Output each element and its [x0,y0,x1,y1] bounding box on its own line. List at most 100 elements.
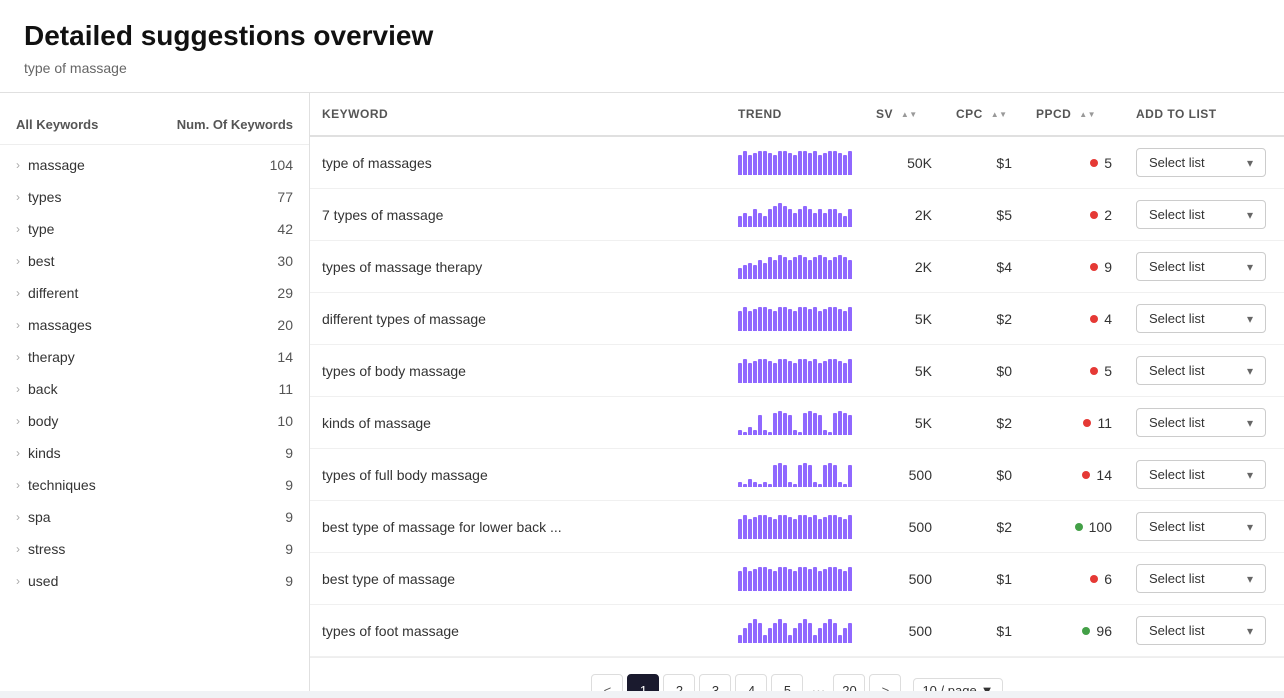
trend-bar [798,465,802,487]
ppcd-cell: 14 [1024,449,1124,501]
select-list-button[interactable]: Select list ▾ [1136,356,1266,385]
sidebar-item-used[interactable]: › used 9 [0,565,309,597]
page-header: Detailed suggestions overview type of ma… [0,0,1284,93]
sidebar-item-techniques[interactable]: › techniques 9 [0,469,309,501]
trend-chart [738,463,852,487]
keyword-cell: different types of massage [310,293,726,345]
trend-bar [753,569,757,591]
trend-bar [768,153,772,175]
trend-bar [758,415,762,434]
trend-cell [726,605,864,657]
select-list-button[interactable]: Select list ▾ [1136,252,1266,281]
col-cpc[interactable]: CPC ▲▼ [944,93,1024,136]
keyword-cell: best type of massage [310,553,726,605]
trend-cell [726,189,864,241]
sidebar-item-therapy[interactable]: › therapy 14 [0,341,309,373]
sidebar-item-count: 11 [278,381,293,397]
sidebar-item-body[interactable]: › body 10 [0,405,309,437]
select-list-button[interactable]: Select list ▾ [1136,200,1266,229]
sidebar-item-massages[interactable]: › massages 20 [0,309,309,341]
trend-bar [838,482,842,487]
sidebar-item-label: massage [28,157,270,173]
trend-bar [808,569,812,591]
trend-bar [838,411,842,435]
pagination-page-5[interactable]: 5 [771,674,803,691]
add-to-list-cell: Select list ▾ [1124,553,1284,605]
trend-bar [753,361,757,383]
cpc-cell: $1 [944,553,1024,605]
ppcd-cell: 5 [1024,136,1124,189]
trend-bar [768,484,772,486]
col-sv[interactable]: SV ▲▼ [864,93,944,136]
select-list-button[interactable]: Select list ▾ [1136,408,1266,437]
sv-cell: 2K [864,189,944,241]
sidebar-item-type[interactable]: › type 42 [0,213,309,245]
ppcd-value: 4 [1104,311,1112,327]
trend-bar [748,479,752,486]
pagination-page-1[interactable]: 1 [627,674,659,691]
trend-bar [828,619,832,643]
ppcd-cell: 11 [1024,397,1124,449]
keyword-cell: types of massage therapy [310,241,726,293]
sidebar-item-types[interactable]: › types 77 [0,181,309,213]
trend-bar [763,567,767,591]
trend-cell [726,397,864,449]
trend-bar [768,628,772,642]
sidebar-item-stress[interactable]: › stress 9 [0,533,309,565]
table-row: types of full body massage 500 $0 14 Sel… [310,449,1284,501]
trend-bar [828,209,832,226]
sidebar: All Keywords Num. Of Keywords › massage … [0,93,310,691]
sv-cell: 500 [864,449,944,501]
select-list-button[interactable]: Select list ▾ [1136,460,1266,489]
cpc-cell: $4 [944,241,1024,293]
trend-bar [768,569,772,591]
sidebar-item-best[interactable]: › best 30 [0,245,309,277]
trend-bar [793,571,797,590]
trend-bar [773,465,777,487]
pagination-next[interactable]: > [869,674,901,691]
trend-chart [738,151,852,175]
ppcd-value: 14 [1096,467,1112,483]
per-page-selector[interactable]: 10 / page ▼ [913,678,1002,692]
trend-cell [726,501,864,553]
pagination-page-3[interactable]: 3 [699,674,731,691]
chevron-right-icon: › [16,382,20,396]
select-list-button[interactable]: Select list ▾ [1136,512,1266,541]
trend-bar [753,265,757,278]
trend-bar [833,567,837,591]
table-row: type of massages 50K $1 5 Select list ▾ [310,136,1284,189]
sidebar-item-massage[interactable]: › massage 104 [0,149,309,181]
sv-sort-icon: ▲▼ [901,111,918,119]
select-list-chevron-icon: ▾ [1247,260,1253,274]
chevron-right-icon: › [16,542,20,556]
pagination-page-4[interactable]: 4 [735,674,767,691]
sidebar-item-label: spa [28,509,285,525]
sidebar-item-back[interactable]: › back 11 [0,373,309,405]
trend-bar [818,519,822,538]
pagination-prev[interactable]: < [591,674,623,691]
sv-cell: 5K [864,397,944,449]
select-list-button[interactable]: Select list ▾ [1136,304,1266,333]
cpc-cell: $2 [944,293,1024,345]
select-list-button[interactable]: Select list ▾ [1136,564,1266,593]
select-list-button[interactable]: Select list ▾ [1136,148,1266,177]
trend-bar [848,465,852,487]
trend-bar [743,307,747,331]
trend-bar [798,515,802,539]
pagination-last-page[interactable]: 20 [833,674,865,691]
trend-bar [768,432,772,434]
trend-bar [803,307,807,331]
select-list-button[interactable]: Select list ▾ [1136,616,1266,645]
trend-chart [738,567,852,591]
col-ppcd[interactable]: PPCD ▲▼ [1024,93,1124,136]
sidebar-item-label: types [28,189,277,205]
sidebar-item-kinds[interactable]: › kinds 9 [0,437,309,469]
trend-bar [778,515,782,539]
trend-bar [788,209,792,226]
trend-bar [843,628,847,642]
trend-bar [748,216,752,226]
sidebar-item-spa[interactable]: › spa 9 [0,501,309,533]
trend-bar [773,155,777,174]
sidebar-item-different[interactable]: › different 29 [0,277,309,309]
pagination-page-2[interactable]: 2 [663,674,695,691]
